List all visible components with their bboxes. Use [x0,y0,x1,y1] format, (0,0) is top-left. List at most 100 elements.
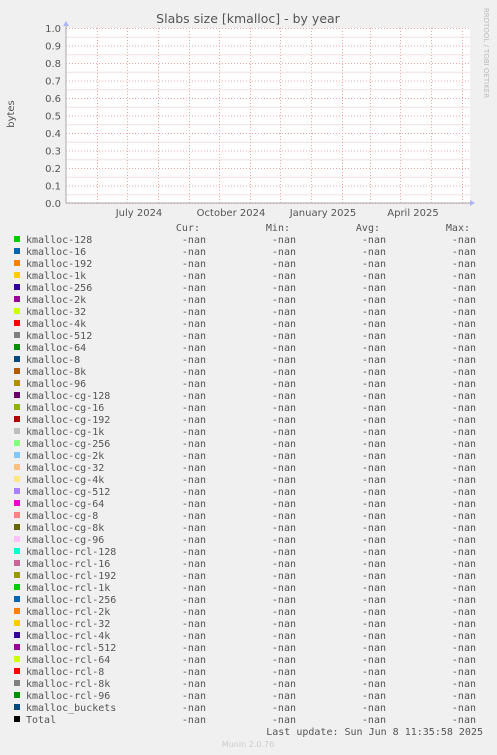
legend-avg-value: -nan [362,247,386,258]
legend-avg-value: -nan [362,331,386,342]
legend-cur-value: -nan [182,655,206,666]
legend-avg-value: -nan [362,511,386,522]
legend-name: kmalloc-rcl-256 [26,595,116,606]
legend-name: kmalloc-rcl-128 [26,547,116,558]
legend-max-value: -nan [452,643,476,654]
legend-cur-value: -nan [182,535,206,546]
legend-swatch [14,392,20,398]
legend-row: kmalloc-rcl-8 -nan -nan -nan -nan [14,667,476,678]
legend-name: kmalloc-cg-8 [26,511,98,522]
legend-min-value: -nan [272,643,296,654]
legend-swatch [14,452,20,458]
legend-swatch [14,416,20,422]
legend-name: kmalloc-rcl-96 [26,691,110,702]
legend-min-value: -nan [272,283,296,294]
legend: kmalloc-128 -nan -nan -nan -nankmalloc-16 -na… [14,235,476,726]
legend-min-value: -nan [272,295,296,306]
legend-row: kmalloc-rcl-2k -nan -nan -nan -nan [14,607,476,618]
legend-swatch [14,596,20,602]
x-axis-arrow-icon [470,200,475,206]
y-ticks: 0.0 0.1 0.2 0.3 0.4 0.5 0.6 0.7 0.8 0.9 1.0 [45,24,61,210]
legend-row: kmalloc-512 -nan -nan -nan -nan [14,331,476,342]
legend-avg-value: -nan [362,391,386,402]
legend-swatch [14,680,20,686]
legend-max-value: -nan [452,547,476,558]
legend-cur-value: -nan [182,259,206,270]
legend-avg-value: -nan [362,439,386,450]
legend-swatch [14,644,20,650]
legend-cur-value: -nan [182,391,206,402]
legend-name: kmalloc-cg-128 [26,391,110,402]
legend-name: kmalloc-rcl-1k [26,583,110,594]
legend-name: kmalloc-rcl-2k [26,607,110,618]
footer-version: Munin 2.0.76 [222,740,274,749]
legend-min-value: -nan [272,367,296,378]
x-tick-label: July 2024 [115,208,163,219]
legend-cur-value: -nan [182,451,206,462]
legend-row: kmalloc-cg-4k -nan -nan -nan -nan [14,475,476,486]
legend-max-value: -nan [452,415,476,426]
legend-swatch [14,704,20,710]
legend-row: kmalloc-cg-8 -nan -nan -nan -nan [14,511,476,522]
legend-swatch [14,656,20,662]
legend-max-value: -nan [452,499,476,510]
legend-swatch [14,320,20,326]
legend-name: kmalloc-128 [26,235,92,246]
chart-title: Slabs size [kmalloc] - by year [156,11,341,26]
legend-max-value: -nan [452,487,476,498]
legend-max-value: -nan [452,571,476,582]
legend-cur-value: -nan [182,427,206,438]
legend-max-value: -nan [452,631,476,642]
legend-cur-value: -nan [182,247,206,258]
legend-name: kmalloc-rcl-4k [26,631,110,642]
legend-avg-value: -nan [362,667,386,678]
legend-min-value: -nan [272,655,296,666]
legend-min-value: -nan [272,439,296,450]
legend-min-value: -nan [272,511,296,522]
legend-row: kmalloc-192 -nan -nan -nan -nan [14,259,476,270]
legend-name: kmalloc-cg-1k [26,427,104,438]
legend-cur-value: -nan [182,547,206,558]
legend-row: kmalloc-cg-2k -nan -nan -nan -nan [14,451,476,462]
legend-name: kmalloc-1k [26,271,86,282]
legend-cur-value: -nan [182,559,206,570]
legend-row: kmalloc-cg-192 -nan -nan -nan -nan [14,415,476,426]
legend-swatch [14,716,20,722]
legend-min-value: -nan [272,703,296,714]
legend-row: kmalloc-8 -nan -nan -nan -nan [14,355,476,366]
legend-cur-value: -nan [182,355,206,366]
legend-avg-value: -nan [362,343,386,354]
legend-avg-value: -nan [362,703,386,714]
legend-avg-value: -nan [362,451,386,462]
y-tick-label: 0.4 [45,129,61,140]
legend-avg-value: -nan [362,499,386,510]
legend-min-value: -nan [272,667,296,678]
legend-cur-value: -nan [182,331,206,342]
legend-name: kmalloc-rcl-192 [26,571,116,582]
legend-swatch [14,344,20,350]
legend-swatch [14,236,20,242]
y-tick-label: 0.8 [45,59,61,70]
legend-row: kmalloc-16 -nan -nan -nan -nan [14,247,476,258]
legend-cur-value: -nan [182,439,206,450]
legend-swatch [14,548,20,554]
legend-row: kmalloc-8k -nan -nan -nan -nan [14,367,476,378]
legend-swatch [14,632,20,638]
legend-row: kmalloc-96 -nan -nan -nan -nan [14,379,476,390]
legend-swatch [14,404,20,410]
legend-row: kmalloc-cg-16 -nan -nan -nan -nan [14,403,476,414]
legend-cur-value: -nan [182,679,206,690]
legend-name: kmalloc-rcl-16 [26,559,110,570]
legend-row: kmalloc-cg-512 -nan -nan -nan -nan [14,487,476,498]
legend-min-value: -nan [272,607,296,618]
legend-max-value: -nan [452,451,476,462]
legend-name: kmalloc-8k [26,367,86,378]
y-tick-label: 0.0 [45,199,61,210]
legend-swatch [14,260,20,266]
legend-cur-value: -nan [182,403,206,414]
legend-avg-value: -nan [362,283,386,294]
legend-max-value: -nan [452,715,476,726]
y-tick-label: 0.3 [45,147,61,158]
legend-max-value: -nan [452,583,476,594]
legend-avg-value: -nan [362,523,386,534]
